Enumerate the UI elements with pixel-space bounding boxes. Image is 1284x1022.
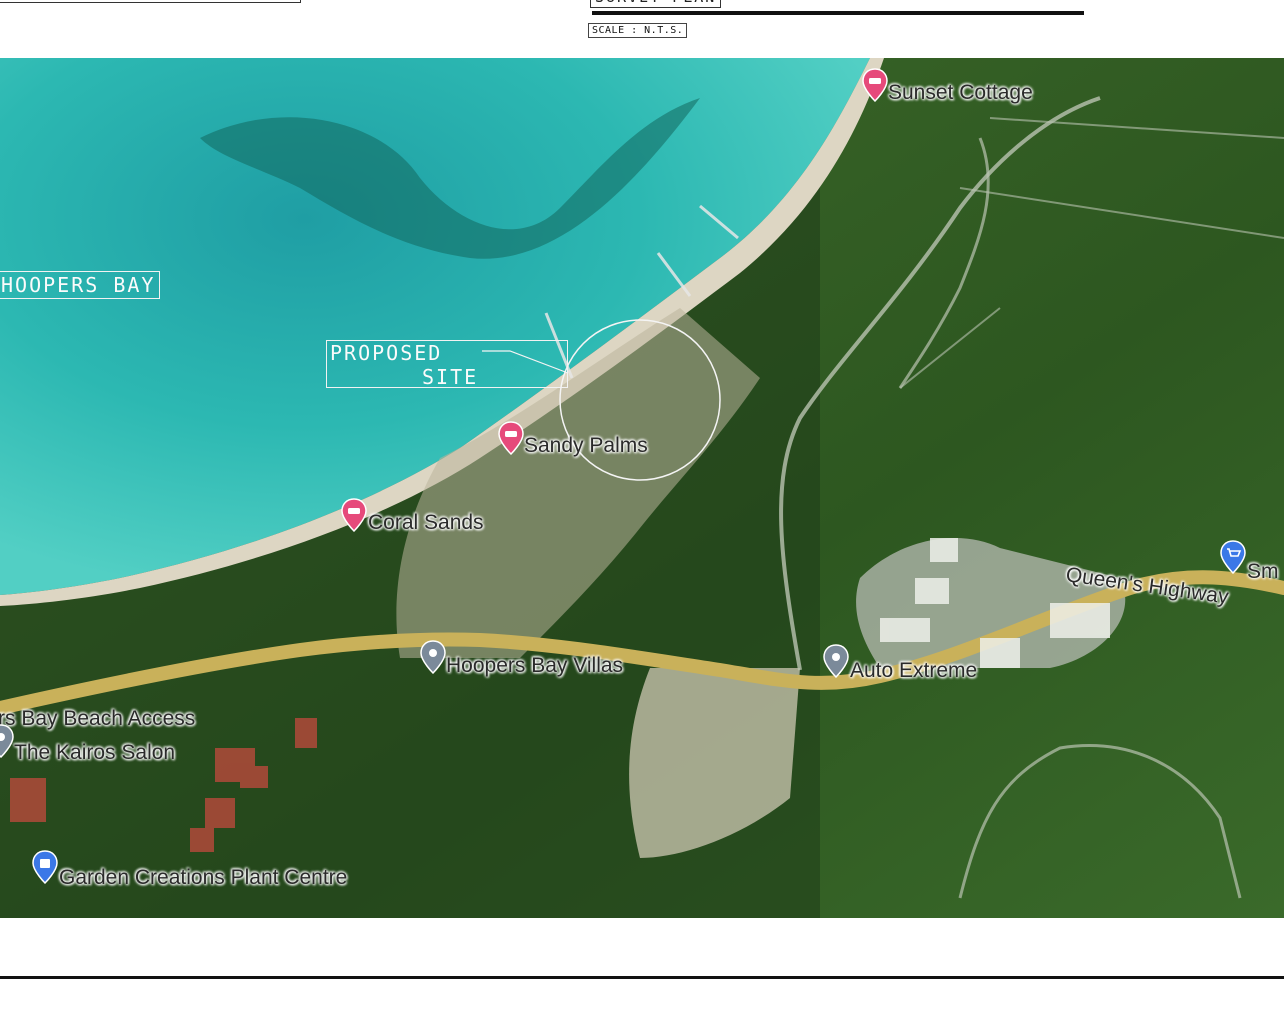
place-pin-icon[interactable] <box>823 644 849 678</box>
site-label-line1: PROPOSED <box>330 341 443 365</box>
map-imagery <box>0 58 1284 918</box>
sheet-border-line <box>0 976 1284 979</box>
place-label-auto-extreme[interactable]: Auto Extreme <box>850 659 977 683</box>
shopping-pin-icon[interactable] <box>1220 540 1246 574</box>
proposed-site-label: PROPOSED SITE <box>326 340 568 389</box>
water-body-label: HOOPERS BAY <box>0 271 161 299</box>
place-label-sandy-palms[interactable]: Sandy Palms <box>524 434 648 458</box>
place-label-hoopers-bay-villas[interactable]: Hoopers Bay Villas <box>446 654 623 678</box>
place-label-sunset-cottage[interactable]: Sunset Cottage <box>888 81 1033 105</box>
satellite-map[interactable]: HOOPERS BAY PROPOSED SITE Sunset Cottage… <box>0 58 1284 918</box>
place-label-kairos-salon[interactable]: The Kairos Salon <box>14 741 175 765</box>
place-label-coral-sands[interactable]: Coral Sands <box>368 511 484 535</box>
scale-note: SCALE : N.T.S. <box>588 23 688 38</box>
place-pin-icon[interactable] <box>0 724 14 758</box>
place-label-garden-creations[interactable]: Garden Creations Plant Centre <box>59 866 347 890</box>
place-pin-icon[interactable] <box>420 640 446 674</box>
title-block-border <box>0 0 301 3</box>
title-underline <box>592 11 1084 15</box>
place-label-beach-access[interactable]: rs Bay Beach Access <box>0 707 195 731</box>
hotel-pin-icon[interactable] <box>341 498 367 532</box>
hotel-pin-icon[interactable] <box>498 421 524 455</box>
hotel-pin-icon[interactable] <box>862 68 888 102</box>
shopping-pin-icon[interactable] <box>32 850 58 884</box>
site-label-line2: SITE <box>422 365 479 389</box>
place-label-sm[interactable]: Sm <box>1247 560 1279 584</box>
drawing-title: SURVEY PLAN <box>590 0 722 8</box>
